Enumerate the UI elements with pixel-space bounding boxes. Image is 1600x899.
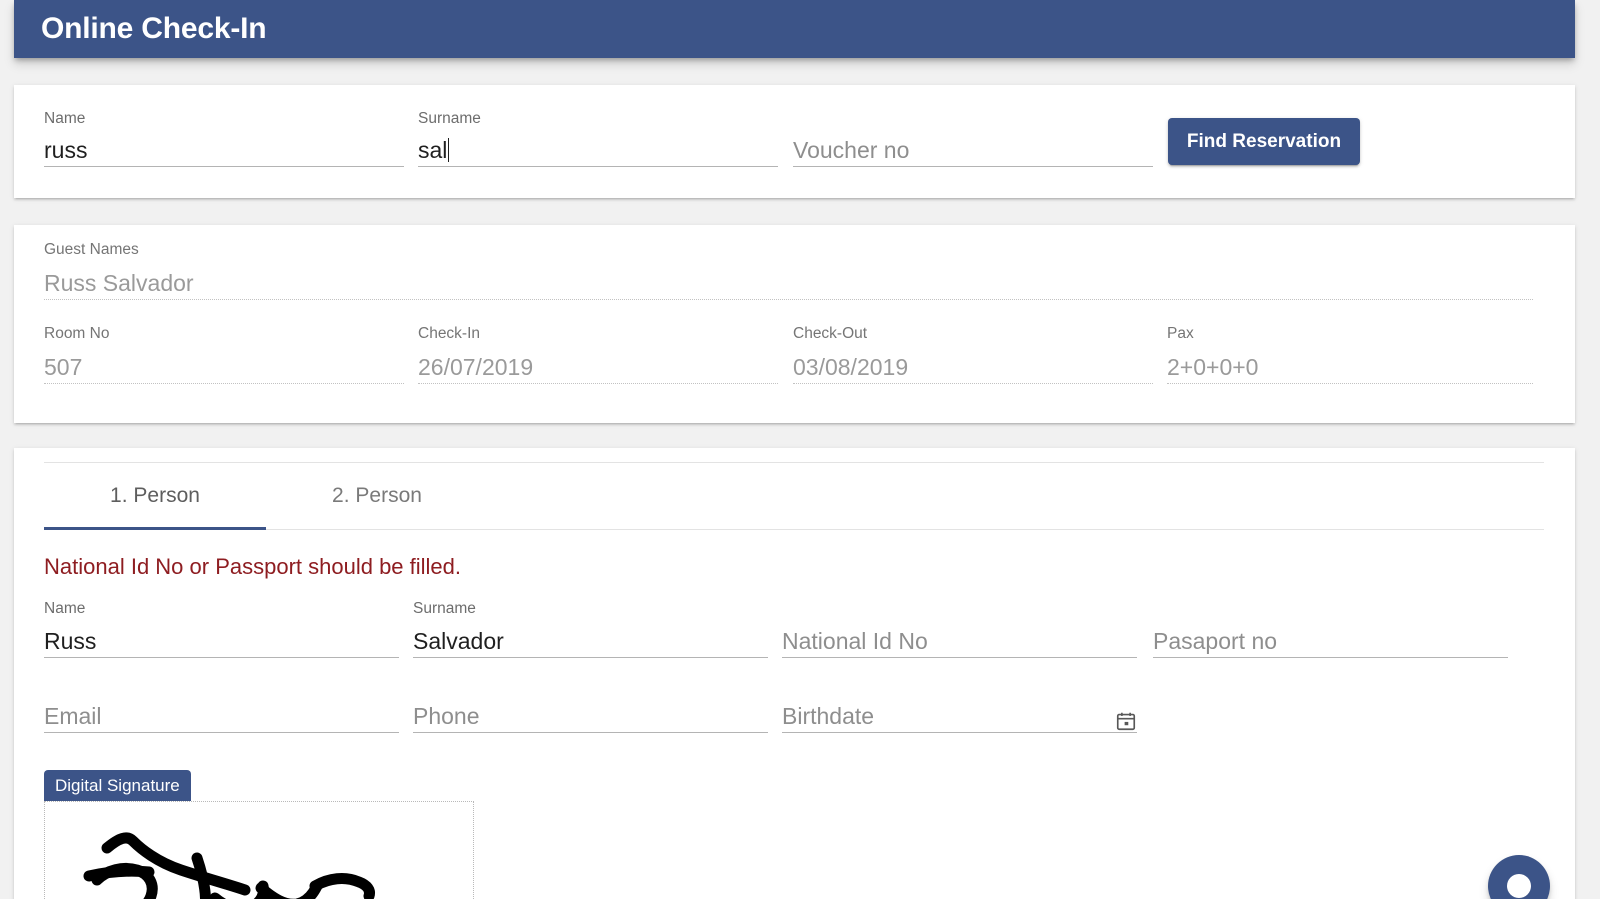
pax-value: 2+0+0+0 (1167, 353, 1533, 384)
person-surname-label: Surname (413, 600, 476, 617)
room-no-field: Room No 507 (44, 325, 404, 384)
pax-field: Pax 2+0+0+0 (1167, 325, 1533, 384)
email-field[interactable]: Email (44, 702, 399, 733)
reservation-details-card: Guest Names Russ Salvador Room No 507 Ch… (14, 225, 1575, 423)
person-name-label: Name (44, 600, 86, 617)
national-id-field[interactable]: National Id No (782, 600, 1137, 658)
person-tabs: 1. Person 2. Person (44, 462, 1544, 530)
text-caret (448, 138, 450, 162)
tab-person-1[interactable]: 1. Person (44, 463, 266, 530)
pax-label: Pax (1167, 325, 1194, 342)
search-voucher-input[interactable]: Voucher no (793, 137, 1153, 167)
birthdate-field[interactable]: Birthdate (782, 702, 1137, 733)
passport-field[interactable]: Pasaport no (1153, 600, 1508, 658)
search-surname-value: sal (418, 137, 448, 163)
email-input[interactable]: Email (44, 702, 399, 733)
chat-bubble-icon (1507, 874, 1531, 898)
passport-label (1153, 600, 1508, 618)
digital-signature-label: Digital Signature (44, 770, 191, 802)
search-voucher-label (793, 110, 1153, 128)
person-name-field[interactable]: Name Russ (44, 600, 399, 658)
national-id-input[interactable]: National Id No (782, 627, 1137, 658)
search-name-label: Name (44, 110, 86, 127)
check-out-field: Check-Out 03/08/2019 (793, 325, 1153, 384)
phone-input[interactable]: Phone (413, 702, 768, 733)
tab-person-2[interactable]: 2. Person (266, 463, 488, 529)
reservation-search-card: Name russ Surname sal Voucher no Find Re… (14, 85, 1575, 198)
guest-names-field: Guest Names Russ Salvador (44, 241, 1533, 300)
check-in-value: 26/07/2019 (418, 353, 778, 384)
signature-pad[interactable] (44, 801, 474, 899)
app-header: Online Check-In (14, 0, 1575, 58)
person-surname-field[interactable]: Surname Salvador (413, 600, 768, 658)
room-no-value: 507 (44, 353, 404, 384)
find-reservation-button[interactable]: Find Reservation (1168, 118, 1360, 165)
search-voucher-field[interactable]: Voucher no (793, 110, 1153, 167)
passport-input[interactable]: Pasaport no (1153, 627, 1508, 658)
check-out-label: Check-Out (793, 325, 868, 342)
digital-signature-section: Digital Signature (44, 770, 474, 899)
person-name-input[interactable]: Russ (44, 627, 399, 658)
validation-error-message: National Id No or Passport should be fil… (44, 554, 462, 579)
search-name-input[interactable]: russ (44, 137, 404, 167)
check-in-field: Check-In 26/07/2019 (418, 325, 778, 384)
calendar-icon[interactable] (1115, 710, 1137, 732)
check-in-page: Online Check-In Name russ Surname sal Vo… (0, 0, 1600, 899)
search-row: Name russ Surname sal Voucher no Find Re… (14, 85, 1575, 198)
room-no-label: Room No (44, 325, 110, 342)
page-title: Online Check-In (41, 12, 267, 45)
search-surname-label: Surname (418, 110, 481, 127)
check-out-value: 03/08/2019 (793, 353, 1153, 384)
search-surname-input[interactable]: sal (418, 137, 778, 167)
person-surname-input[interactable]: Salvador (413, 627, 768, 658)
national-id-label (782, 600, 1137, 618)
person-details-card: 1. Person 2. Person National Id No or Pa… (14, 448, 1575, 899)
birthdate-input[interactable]: Birthdate (782, 702, 1137, 733)
check-in-label: Check-In (418, 325, 481, 342)
phone-field[interactable]: Phone (413, 702, 768, 733)
guest-names-value: Russ Salvador (44, 269, 1533, 300)
signature-drawing (83, 832, 375, 899)
search-name-field[interactable]: Name russ (44, 110, 404, 167)
guest-names-label: Guest Names (44, 241, 139, 258)
search-surname-field[interactable]: Surname sal (418, 110, 778, 167)
